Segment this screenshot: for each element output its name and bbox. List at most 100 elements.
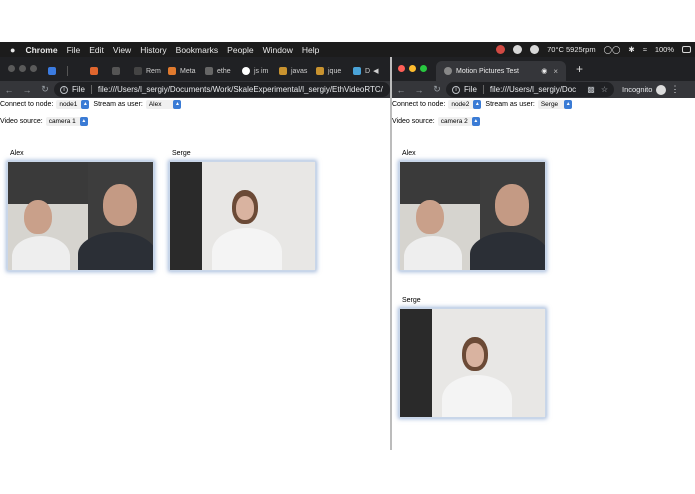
menu-window[interactable]: Window [263,45,293,55]
zoom-window-icon[interactable] [30,65,37,72]
browser-window-right: Motion Pictures Test ◉ × + ← → ↻ i File … [390,57,695,450]
audio-icon: ◀ [373,68,379,75]
tab-js-im[interactable]: js im [242,61,276,81]
address-bar[interactable]: i File file:///Users/l_sergiy/Doc ▩ ☆ [446,82,614,97]
star-icon[interactable]: ☆ [601,85,608,94]
source-row: Video source: camera 1 ▲ [0,117,92,126]
menu-kebab-icon[interactable]: ⋮ [670,84,679,95]
menu-help[interactable]: Help [302,45,319,55]
tab-d[interactable]: D ◀ [353,61,385,81]
incognito-badge[interactable]: Incognito [622,84,667,95]
battery-percent[interactable]: 100% [655,45,674,54]
chevron-down-icon: ▲ [473,100,482,109]
menu-file[interactable]: File [67,45,81,55]
back-icon[interactable]: ← [392,85,410,95]
dropbox-icon[interactable] [513,45,523,54]
source-select[interactable]: camera 1 ▲ [45,117,88,126]
tab-pinned-3[interactable] [112,61,126,81]
close-window-icon[interactable] [398,65,405,72]
url-scheme-label: File [72,85,85,94]
source-row: Video source: camera 2 ▲ [392,117,484,126]
video-label-serge: Serge [402,297,421,304]
apple-menu-icon[interactable]: ● [10,45,15,55]
source-label: Video source: [392,118,435,125]
tab-strip-left: Rem Meta ethe js im javas jque D ◀ [0,57,390,81]
battery-icon[interactable] [682,46,691,53]
user-select[interactable]: Alex ▲ [145,100,182,109]
node-label: Connect to node: [0,101,54,108]
toolbar-right: ← → ↻ i File file:///Users/l_sergiy/Doc … [392,81,695,98]
tab-ethe[interactable]: ethe [205,61,239,81]
diamond-icon [48,67,56,75]
tab-meta[interactable]: Meta [168,61,202,81]
address-bar[interactable]: i File file:///Users/l_sergiy/Documents/… [54,82,390,97]
menubar-status-area: 70°C 5925rpm ◯◯ ✱ ≈ 100% [496,42,691,57]
node-select[interactable]: node1 ▲ [56,100,90,109]
tab-pinned-1[interactable] [48,61,62,81]
url-text[interactable]: file:///Users/l_sergiy/Doc [490,85,581,94]
globe-icon [444,67,452,75]
video-serge[interactable] [399,308,546,418]
menu-people[interactable]: People [227,45,253,55]
menu-bookmarks[interactable]: Bookmarks [176,45,219,55]
macos-menubar: ● Chrome File Edit View History Bookmark… [0,42,695,57]
tab-pinned-2[interactable] [90,61,104,81]
reload-icon[interactable]: ↻ [36,84,54,95]
chevron-down-icon: ▲ [173,100,182,109]
node-row: Connect to node: node1 ▲ Stream as user: … [0,100,185,109]
reload-icon[interactable]: ↻ [428,84,446,95]
video-alex[interactable] [399,161,546,271]
menu-view[interactable]: View [113,45,131,55]
close-tab-icon[interactable]: × [553,67,558,76]
chevron-down-icon: ▲ [81,100,90,109]
url-text[interactable]: file:///Users/l_sergiy/Documents/Work/Sk… [98,85,384,94]
menu-history[interactable]: History [140,45,166,55]
minimize-window-icon[interactable] [409,65,416,72]
megaphone-icon[interactable] [496,45,506,54]
recording-icon: ◉ [541,68,548,75]
close-window-icon[interactable] [8,65,15,72]
app-icon [112,67,120,75]
video-serge[interactable] [169,161,316,271]
video-alex[interactable] [7,161,154,271]
fox-icon [168,67,176,75]
tab-strip-right: Motion Pictures Test ◉ × + [392,57,695,81]
minimize-window-icon[interactable] [19,65,26,72]
wifi-icon[interactable]: ≈ [643,45,647,54]
chevron-down-icon: ▲ [564,100,573,109]
new-tab-button[interactable]: + [576,62,583,76]
menu-chrome[interactable]: Chrome [25,45,57,55]
menu-edit[interactable]: Edit [89,45,104,55]
zoom-window-icon[interactable] [420,65,427,72]
incognito-icon [656,84,667,95]
info-icon[interactable]: i [452,85,460,94]
bluetooth-icon[interactable]: ✱ [628,45,634,54]
app-icon [90,67,98,75]
url-scheme-label: File [464,85,477,94]
tab-rem[interactable]: Rem [134,61,164,81]
back-icon[interactable]: ← [0,85,18,95]
source-label: Video source: [0,118,43,125]
ethereum-icon [205,67,213,75]
glasses-icon[interactable]: ◯◯ [604,45,621,54]
forward-icon[interactable]: → [18,85,36,95]
stackoverflow-icon [279,67,287,75]
source-select[interactable]: camera 2 ▲ [437,117,480,126]
info-icon[interactable]: i [60,85,68,94]
camera-icon[interactable]: ▩ [587,85,595,94]
page-left: Connect to node: node1 ▲ Stream as user: … [0,98,390,450]
tab-jque[interactable]: jque [316,61,350,81]
user-select[interactable]: Serge ▲ [537,100,573,109]
app-icon [353,67,361,75]
chevron-down-icon: ▲ [79,117,88,126]
toolbar-left: ← → ↻ i File file:///Users/l_sergiy/Docu… [0,81,390,98]
fan-icon[interactable] [530,45,540,54]
node-select[interactable]: node2 ▲ [448,100,482,109]
browser-window-left: Rem Meta ethe js im javas jque D ◀ ← → ↻ … [0,57,390,450]
tab-javas[interactable]: javas [279,61,313,81]
user-label: Stream as user: [93,101,143,108]
temperature-readout[interactable]: 70°C 5925rpm [547,45,595,54]
forward-icon[interactable]: → [410,85,428,95]
tab-motion-pictures[interactable]: Motion Pictures Test ◉ × [436,61,566,81]
screenshot-root: ● Chrome File Edit View History Bookmark… [0,0,695,494]
